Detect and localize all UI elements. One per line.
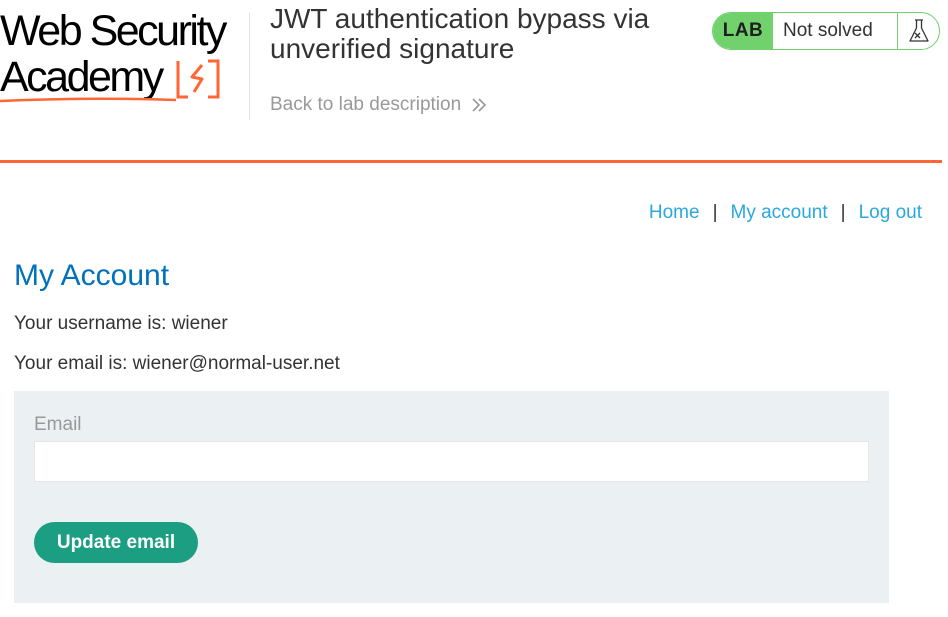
- username-text: Your username is: wiener: [14, 313, 228, 334]
- lightning-bolt-bracket-icon: [176, 59, 220, 99]
- update-email-button[interactable]: Update email: [34, 522, 198, 563]
- logo-underline: [0, 97, 177, 103]
- email-input[interactable]: [34, 441, 869, 482]
- header-divider: [249, 12, 250, 120]
- email-label: Email: [34, 414, 82, 435]
- lab-tag: LAB: [713, 13, 773, 49]
- flask-icon: [908, 19, 929, 42]
- nav-separator: |: [840, 202, 846, 223]
- web-security-academy-logo[interactable]: Web Security Academy: [0, 4, 246, 103]
- nav-separator: |: [712, 202, 718, 223]
- lab-status-widget: LAB Not solved: [712, 12, 940, 50]
- nav-my-account-link[interactable]: My account: [731, 202, 828, 224]
- page-title: My Account: [14, 259, 170, 292]
- header-orange-rule: [0, 160, 942, 163]
- double-chevron-right-icon: [472, 98, 487, 112]
- email-text: Your email is: wiener@normal-user.net: [14, 353, 340, 374]
- back-link-label: Back to lab description: [270, 94, 462, 115]
- lab-status-text: Not solved: [783, 20, 873, 41]
- page: Web Security Academy JWT authentication …: [0, 0, 948, 617]
- logo-text-line-2: Academy: [0, 53, 164, 101]
- academy-header: Web Security Academy JWT authentication …: [0, 0, 948, 162]
- lab-title: JWT authentication bypass via unverified…: [270, 3, 650, 64]
- nav-home-link[interactable]: Home: [649, 202, 700, 224]
- update-email-form: Email Update email: [14, 391, 889, 603]
- lab-status-icon-container: [897, 13, 939, 49]
- nav-log-out-link[interactable]: Log out: [859, 202, 922, 224]
- logo-text-line-1: Web Security: [0, 7, 227, 55]
- back-to-lab-description-link[interactable]: Back to lab description: [270, 94, 487, 116]
- top-links: Home | My account | Log out: [649, 202, 922, 224]
